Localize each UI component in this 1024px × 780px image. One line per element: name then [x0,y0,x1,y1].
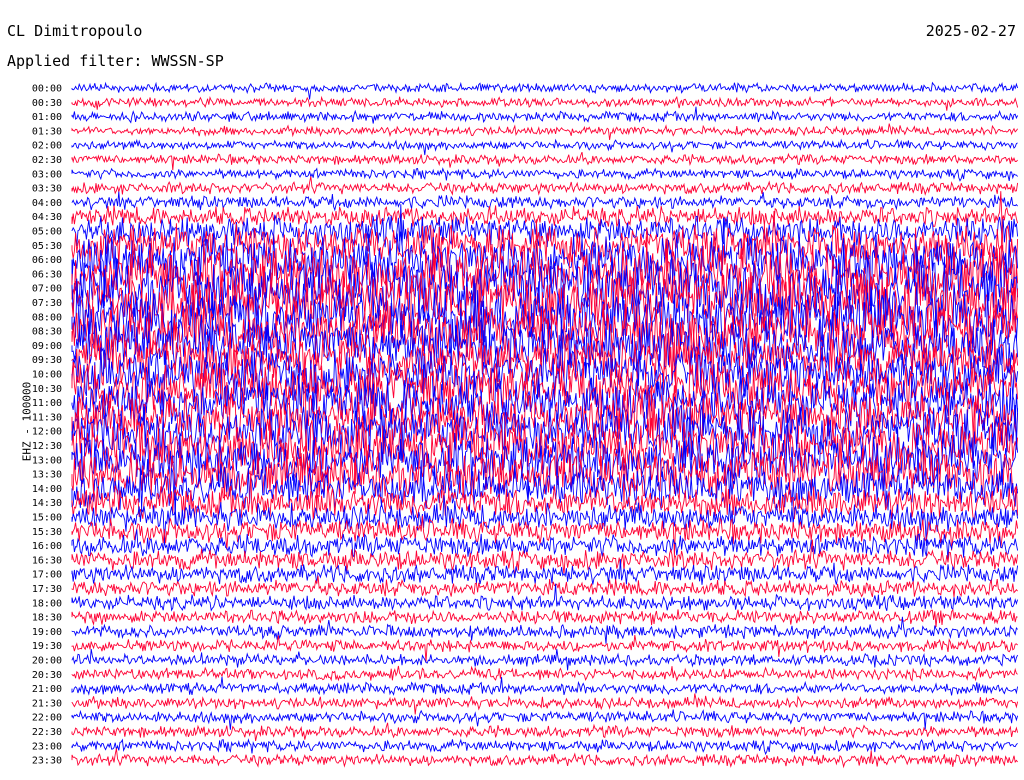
trace-row [71,176,1019,196]
trace-row [71,167,1018,182]
trace-row [71,693,1019,715]
row-time-label: 13:30 [32,470,62,481]
trace-row [71,722,1019,742]
trace-row [71,95,1019,111]
trace-row [71,648,1019,671]
row-time-label: 23:00 [32,741,62,752]
row-time-label: 16:00 [32,541,62,552]
row-time-label: 14:30 [32,498,62,509]
helicorder-plot: 00:00 00:30 01:00 01:30 02:00 02:30 03:00 03:30… [32,81,1019,769]
row-time-label: 11:30 [32,412,62,423]
row-time-label: 18:30 [32,613,62,624]
row-time-label: 05:00 [32,227,62,238]
row-time-label: 15:30 [32,527,62,538]
row-time-label: 09:30 [32,355,62,366]
row-time-label: 20:00 [32,656,62,667]
row-time-label: 05:30 [32,241,62,252]
row-time-label: 23:30 [32,756,62,767]
trace-row [71,748,1018,769]
row-time-label: 12:00 [32,427,62,438]
trace-row [71,138,1018,156]
row-time-label: 08:30 [32,327,62,338]
row-time-label: 16:30 [32,555,62,566]
row-time-label: 13:00 [32,455,62,466]
trace-group [71,81,1019,769]
row-time-label: 01:00 [32,112,62,123]
row-time-label: 07:30 [32,298,62,309]
row-time-label: 11:00 [32,398,62,409]
trace-row [71,575,1018,598]
row-time-label: 17:00 [32,570,62,581]
row-time-label: 07:00 [32,284,62,295]
row-time-label: 18:00 [32,598,62,609]
trace-row [71,608,1018,628]
row-time-label: 12:30 [32,441,62,452]
trace-row [71,106,1019,124]
trace-row [71,665,1018,682]
row-time-label: 22:30 [32,727,62,738]
row-time-label: 04:30 [32,212,62,223]
row-time-label: 00:00 [32,84,62,95]
row-time-label: 02:00 [32,141,62,152]
row-time-label: 19:30 [32,641,62,652]
row-time-label: 06:30 [32,269,62,280]
trace-row [71,738,1018,756]
row-time-label: 19:00 [32,627,62,638]
row-time-label: 10:00 [32,370,62,381]
row-time-label: 00:30 [32,98,62,109]
row-time-label: 15:00 [32,513,62,524]
row-time-label: 22:00 [32,713,62,724]
row-time-label: 08:00 [32,312,62,323]
row-time-label: 06:00 [32,255,62,266]
time-tick-labels: 00:00 00:30 01:00 01:30 02:00 02:30 03:00 03:30… [32,84,62,767]
trace-row [71,123,1018,140]
row-time-label: 21:30 [32,698,62,709]
trace-row [71,81,1019,100]
row-time-label: 14:00 [32,484,62,495]
row-time-label: 03:30 [32,184,62,195]
trace-row [71,676,1019,696]
trace-row [71,151,1018,171]
trace-row [71,709,1019,730]
trace-row [71,191,1018,212]
row-time-label: 09:00 [32,341,62,352]
trace-row [71,559,1019,585]
row-time-label: 03:00 [32,169,62,180]
row-time-label: 04:00 [32,198,62,209]
row-time-label: 21:00 [32,684,62,695]
row-time-label: 20:30 [32,670,62,681]
row-time-label: 17:30 [32,584,62,595]
row-time-label: 02:30 [32,155,62,166]
row-time-label: 01:30 [32,126,62,137]
row-time-label: 10:30 [32,384,62,395]
